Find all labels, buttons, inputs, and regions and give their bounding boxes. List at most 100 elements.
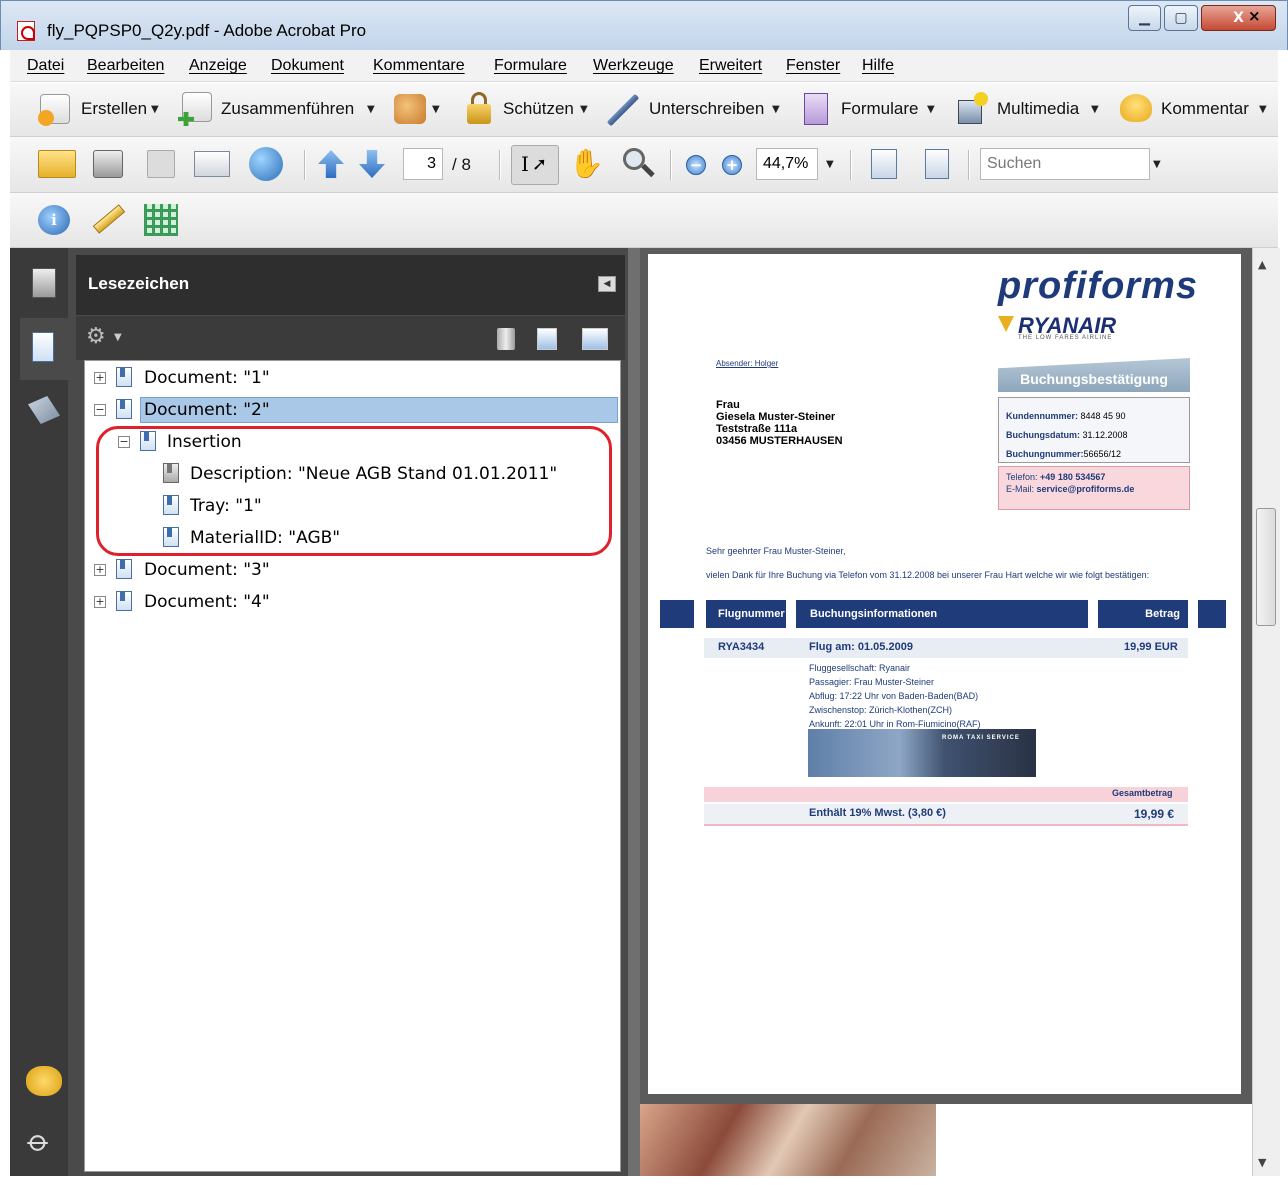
combine-dropdown-icon[interactable]: ▼: [367, 104, 375, 115]
bookmarks-panel-title: Lesezeichen: [88, 274, 190, 293]
options-gear-icon[interactable]: ⚙: [86, 324, 106, 349]
expand-bookmark-icon[interactable]: [582, 328, 608, 350]
bookmark-document-3[interactable]: Document: "3": [144, 557, 270, 585]
menu-formulare[interactable]: Formulare: [494, 57, 567, 75]
flight-price: 19,99 EUR: [1124, 641, 1178, 653]
bookmarks-tab[interactable]: [20, 318, 68, 380]
multimedia-label[interactable]: Multimedia: [997, 99, 1079, 119]
menu-kommentare[interactable]: Kommentare: [373, 57, 465, 75]
pane-splitter[interactable]: [628, 248, 640, 1176]
forms-label[interactable]: Formulare: [841, 99, 918, 119]
address-line: Giesela Muster-Steiner: [716, 411, 836, 423]
search-dropdown-icon[interactable]: ▼: [1153, 159, 1161, 170]
menu-datei[interactable]: Datei: [27, 57, 64, 75]
bookmarks-icon: [32, 332, 54, 362]
expand-icon[interactable]: +: [94, 372, 106, 384]
collaborate-icon[interactable]: [394, 94, 426, 124]
fit-page-icon[interactable]: [925, 149, 949, 179]
zoom-level-input[interactable]: 44,7%: [756, 148, 818, 180]
bookmark-icon: [116, 559, 132, 579]
create-dropdown-icon[interactable]: ▼: [151, 104, 159, 115]
flight-detail-line: Abflug: 17:22 Uhr von Baden-Baden(BAD): [809, 691, 979, 701]
title-bar: fly_PQPSP0_Q2y.pdf - Adobe Acrobat Pro ▁…: [0, 0, 1288, 50]
menu-hilfe[interactable]: Hilfe: [862, 57, 894, 75]
forms-dropdown-icon[interactable]: ▼: [927, 104, 935, 115]
multimedia-dropdown-icon[interactable]: ▼: [1091, 104, 1099, 115]
bookmark-document-2[interactable]: Document: "2": [144, 397, 270, 425]
maximize-button[interactable]: ▢: [1164, 5, 1198, 31]
total-label: Gesamtbetrag: [1112, 788, 1173, 798]
vat-text: Enthält 19% Mwst. (3,80 €): [809, 807, 946, 819]
web-globe-icon[interactable]: [249, 147, 283, 181]
menu-fenster[interactable]: Fenster: [786, 57, 840, 75]
combine-label[interactable]: Zusammenführen: [221, 99, 354, 119]
protect-dropdown-icon[interactable]: ▼: [580, 104, 588, 115]
scroll-up-icon[interactable]: ▲: [1258, 258, 1266, 271]
email-value: service@profiforms.de: [1036, 484, 1135, 494]
create-label[interactable]: Erstellen: [81, 99, 147, 119]
email-label: E-Mail:: [1006, 484, 1035, 494]
minimize-button[interactable]: ▁: [1128, 5, 1161, 31]
expand-icon[interactable]: +: [94, 564, 106, 576]
fit-width-icon[interactable]: [871, 149, 897, 179]
menu-bearbeiten[interactable]: Bearbeiten: [87, 57, 164, 75]
contact-info: Telefon: +49 180 534567 E-Mail: service@…: [1006, 471, 1134, 495]
options-dropdown-icon[interactable]: ▼: [114, 332, 122, 343]
zoom-dropdown-icon[interactable]: ▼: [826, 159, 834, 170]
email-icon[interactable]: [194, 151, 230, 177]
search-input[interactable]: Suchen: [980, 148, 1150, 180]
bookmark-document-1[interactable]: Document: "1": [144, 365, 270, 393]
multimedia-icon[interactable]: [956, 92, 990, 126]
page-thumbnails-icon[interactable]: [32, 268, 56, 298]
lock-icon[interactable]: [465, 92, 493, 124]
zoom-out-icon[interactable]: −: [686, 155, 706, 175]
collapse-icon[interactable]: −: [94, 404, 106, 416]
comment-icon[interactable]: [1120, 94, 1152, 122]
protect-label[interactable]: Schützen: [503, 99, 574, 119]
next-page-photo: [640, 1104, 936, 1176]
create-star-icon: [38, 110, 54, 126]
menu-werkzeuge[interactable]: Werkzeuge: [593, 57, 674, 75]
open-folder-icon[interactable]: [38, 150, 76, 178]
bookmark-icon: [116, 399, 132, 419]
address-line: Frau: [716, 399, 740, 411]
hand-tool-icon[interactable]: ✋: [569, 147, 604, 180]
delete-bookmark-icon[interactable]: [497, 328, 515, 350]
intro-text: vielen Dank für Ihre Buchung via Telefon…: [706, 570, 1150, 580]
save-icon[interactable]: [147, 150, 175, 178]
create-button[interactable]: [38, 92, 72, 126]
grid-icon[interactable]: [144, 204, 178, 236]
combine-button[interactable]: [178, 92, 212, 126]
object-info-icon[interactable]: i: [38, 205, 70, 235]
menu-erweitert[interactable]: Erweitert: [699, 57, 762, 75]
marquee-zoom-icon[interactable]: [623, 148, 657, 180]
bookmark-document-4[interactable]: Document: "4": [144, 589, 270, 617]
column-flight-number: Flugnummer: [706, 600, 786, 628]
sign-label[interactable]: Unterschreiben: [649, 99, 764, 119]
comment-dropdown-icon[interactable]: ▼: [1259, 104, 1267, 115]
expand-icon[interactable]: +: [94, 596, 106, 608]
page-number-input[interactable]: 3: [403, 148, 443, 180]
text-select-cursor-icon: I: [521, 152, 529, 176]
comment-label[interactable]: Kommentar: [1161, 99, 1249, 119]
forms-icon[interactable]: [804, 93, 828, 125]
close-document-button[interactable]: ×: [1248, 7, 1261, 25]
new-bookmark-icon[interactable]: [537, 328, 557, 350]
select-tool-button[interactable]: I ➚: [511, 145, 559, 185]
booking-date-value: 31.12.2008: [1082, 430, 1128, 440]
comments-panel-icon[interactable]: [26, 1066, 62, 1096]
pen-sign-icon[interactable]: [606, 92, 642, 127]
menu-dokument[interactable]: Dokument: [271, 57, 344, 75]
close-window-button[interactable]: X: [1201, 5, 1276, 31]
scroll-down-icon[interactable]: ▼: [1258, 1156, 1266, 1169]
sign-dropdown-icon[interactable]: ▼: [772, 104, 780, 115]
collaborate-dropdown-icon[interactable]: ▼: [432, 104, 440, 115]
scrollbar-thumb[interactable]: [1256, 508, 1276, 626]
print-icon[interactable]: [93, 150, 123, 178]
booking-date-label: Buchungsdatum:: [1006, 430, 1080, 440]
zoom-in-icon[interactable]: +: [722, 155, 742, 175]
menu-anzeige[interactable]: Anzeige: [189, 57, 247, 75]
vertical-scrollbar[interactable]: [1252, 248, 1280, 1176]
collapse-panel-icon[interactable]: ◀: [598, 276, 616, 292]
arrow-cursor-icon: ➚: [532, 154, 548, 175]
